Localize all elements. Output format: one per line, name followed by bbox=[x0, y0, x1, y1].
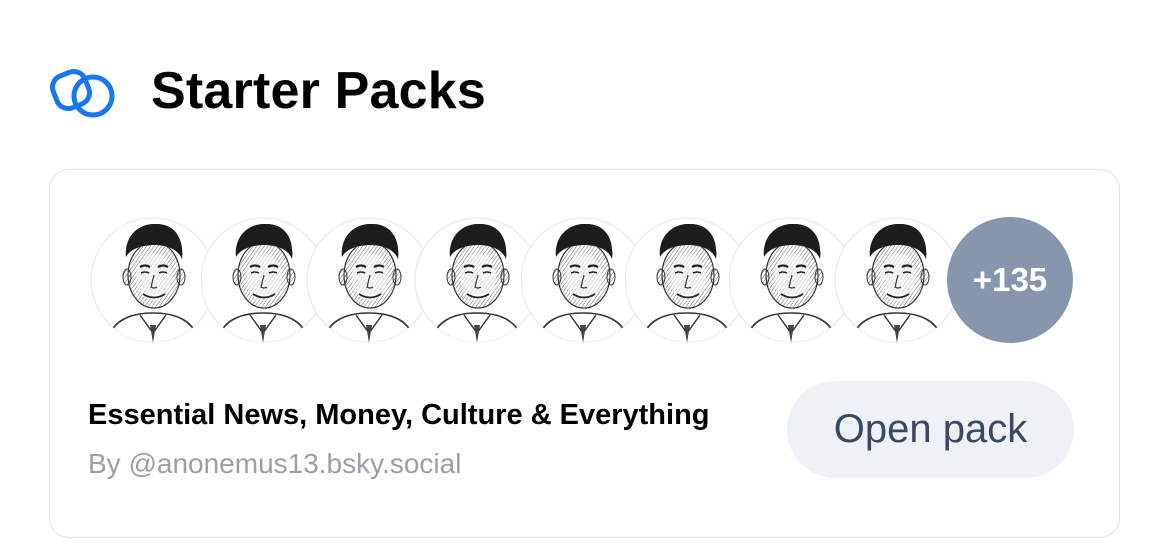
starter-pack-card[interactable]: +135 Essential News, Money, Culture & Ev… bbox=[49, 169, 1120, 538]
open-pack-button[interactable]: Open pack bbox=[787, 381, 1074, 478]
pack-author[interactable]: By @anonemus13.bsky.social bbox=[88, 448, 461, 480]
avatar bbox=[90, 217, 216, 343]
starter-packs-icon bbox=[50, 68, 115, 118]
section-title: Starter Packs bbox=[151, 62, 487, 120]
avatar-stack: +135 bbox=[90, 217, 1080, 345]
pack-title: Essential News, Money, Culture & Everyth… bbox=[88, 399, 710, 431]
section-header: Starter Packs bbox=[50, 60, 486, 122]
more-members-badge: +135 bbox=[947, 217, 1073, 343]
avatar bbox=[834, 217, 960, 343]
